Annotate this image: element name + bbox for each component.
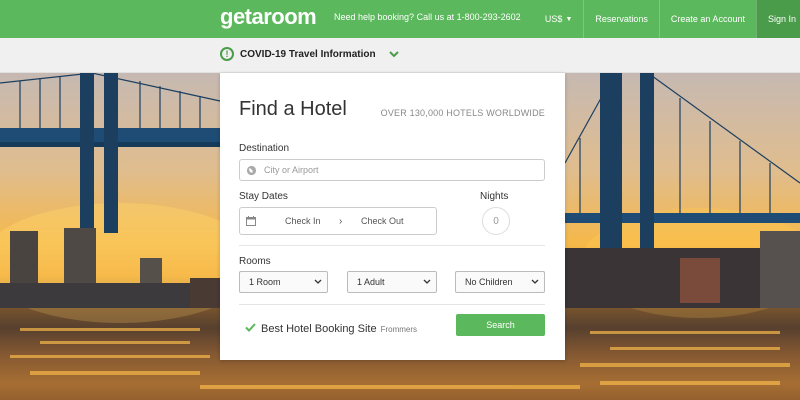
reservations-link[interactable]: Reservations	[583, 0, 659, 38]
adults-select[interactable]: 1 Adult	[347, 271, 437, 293]
calendar-icon	[246, 216, 256, 226]
covid-info-label: COVID-19 Travel Information	[240, 48, 376, 60]
covid-banner: ! COVID-19 Travel Information	[0, 38, 800, 73]
create-account-link[interactable]: Create an Account	[658, 0, 756, 38]
chevron-down-icon	[531, 279, 539, 284]
check-in-field[interactable]: Check In	[285, 216, 321, 226]
stay-dates-label: Stay Dates	[239, 191, 288, 202]
arrow-right-icon: ›	[339, 216, 343, 227]
divider	[239, 245, 545, 246]
currency-selector[interactable]: US$ ▼	[534, 0, 583, 38]
children-select-value: No Children	[465, 277, 513, 287]
hotel-count-text: OVER 130,000 HOTELS WORLDWIDE	[380, 108, 545, 118]
currency-label: US$	[544, 14, 563, 24]
divider	[239, 304, 545, 305]
chevron-down-icon	[388, 51, 399, 58]
search-button[interactable]: Search	[456, 314, 545, 336]
sign-in-link[interactable]: Sign In	[755, 0, 800, 38]
badge-text: Best Hotel Booking Site	[261, 323, 377, 335]
rooms-label: Rooms	[239, 256, 271, 267]
stay-dates-picker[interactable]: Check In › Check Out	[239, 207, 437, 235]
getaroom-logo[interactable]: getaroom	[220, 4, 317, 30]
adults-select-value: 1 Adult	[357, 277, 385, 287]
panel-title: Find a Hotel	[239, 98, 347, 120]
rooms-select[interactable]: 1 Room	[239, 271, 328, 293]
best-site-badge: Best Hotel Booking Site Frommers	[245, 323, 417, 335]
rooms-select-value: 1 Room	[249, 277, 281, 287]
covid-info-toggle[interactable]: ! COVID-19 Travel Information	[220, 47, 400, 61]
exclamation-circle-icon: !	[220, 47, 234, 61]
globe-icon	[246, 165, 257, 176]
check-out-field[interactable]: Check Out	[361, 216, 404, 226]
nights-count: 0	[482, 207, 510, 235]
help-phone-text: Need help booking? Call us at 1-800-293-…	[334, 12, 521, 22]
caret-down-icon: ▼	[565, 15, 573, 23]
chevron-down-icon	[423, 279, 431, 284]
destination-placeholder: City or Airport	[264, 165, 319, 175]
chevron-down-icon	[314, 279, 322, 284]
nights-label: Nights	[480, 191, 509, 202]
top-nav: US$ ▼ Reservations Create an Account Sig…	[534, 0, 800, 38]
children-select[interactable]: No Children	[455, 271, 545, 293]
checkmark-icon	[245, 323, 256, 332]
hotel-search-panel: Find a Hotel OVER 130,000 HOTELS WORLDWI…	[220, 73, 565, 360]
destination-label: Destination	[239, 143, 290, 154]
badge-source: Frommers	[380, 325, 418, 334]
top-bar: getaroom Need help booking? Call us at 1…	[0, 0, 800, 38]
destination-input[interactable]: City or Airport	[239, 159, 545, 181]
